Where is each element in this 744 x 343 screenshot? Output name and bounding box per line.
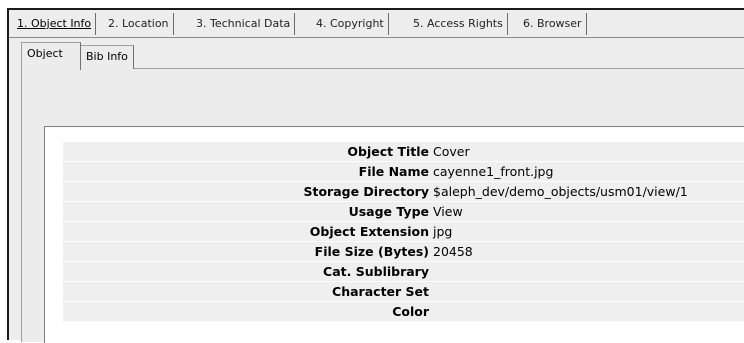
tab-bar-divider (9, 37, 744, 38)
field-label: Cat. Sublibrary (323, 264, 429, 279)
field-value: Cover (433, 144, 470, 159)
subtab-object[interactable]: Object (21, 42, 81, 70)
field-label: File Size (Bytes) (314, 244, 429, 259)
object-window: 1. Object Info 2. Location 3. Technical … (7, 8, 744, 343)
field-row-color: Color (63, 302, 744, 322)
tab-location[interactable]: 2. Location (104, 13, 174, 35)
field-row-object-extension: Object Extension jpg (63, 222, 744, 242)
field-value: $aleph_dev/demo_objects/usm01/view/1 (433, 184, 688, 199)
field-row-character-set: Character Set (63, 282, 744, 302)
field-label: Object Extension (309, 224, 429, 239)
field-row-file-size: File Size (Bytes) 20458 (63, 242, 744, 262)
tab-object-info[interactable]: 1. Object Info (13, 13, 97, 35)
field-value: View (433, 204, 463, 219)
object-details-panel: Object Title Cover File Name cayenne1_fr… (44, 126, 744, 343)
tab-technical-data[interactable]: 3. Technical Data (192, 13, 296, 35)
field-row-usage-type: Usage Type View (63, 202, 744, 222)
top-tab-bar: 1. Object Info 2. Location 3. Technical … (9, 10, 744, 36)
field-row-file-name: File Name cayenne1_front.jpg (63, 162, 744, 182)
tab-browser[interactable]: 6. Browser (519, 13, 587, 35)
field-label: Usage Type (348, 204, 429, 219)
subtab-bib-info[interactable]: Bib Info (81, 45, 134, 69)
field-label: Storage Directory (303, 184, 429, 199)
field-value: cayenne1_front.jpg (433, 164, 554, 179)
field-row-cat-sublibrary: Cat. Sublibrary (63, 262, 744, 282)
field-value: jpg (433, 224, 453, 239)
field-list: Object Title Cover File Name cayenne1_fr… (63, 142, 744, 322)
field-label: File Name (358, 164, 429, 179)
field-value: 20458 (433, 244, 473, 259)
field-row-storage-directory: Storage Directory $aleph_dev/demo_object… (63, 182, 744, 202)
field-label: Character Set (332, 284, 429, 299)
field-row-object-title: Object Title Cover (63, 142, 744, 162)
object-subpanel: Object Bib Info Object Title Cover File … (21, 42, 744, 343)
field-label: Color (392, 304, 429, 319)
tab-copyright[interactable]: 4. Copyright (312, 13, 389, 35)
field-label: Object Title (347, 144, 429, 159)
tab-access-rights[interactable]: 5. Access Rights (409, 13, 508, 35)
